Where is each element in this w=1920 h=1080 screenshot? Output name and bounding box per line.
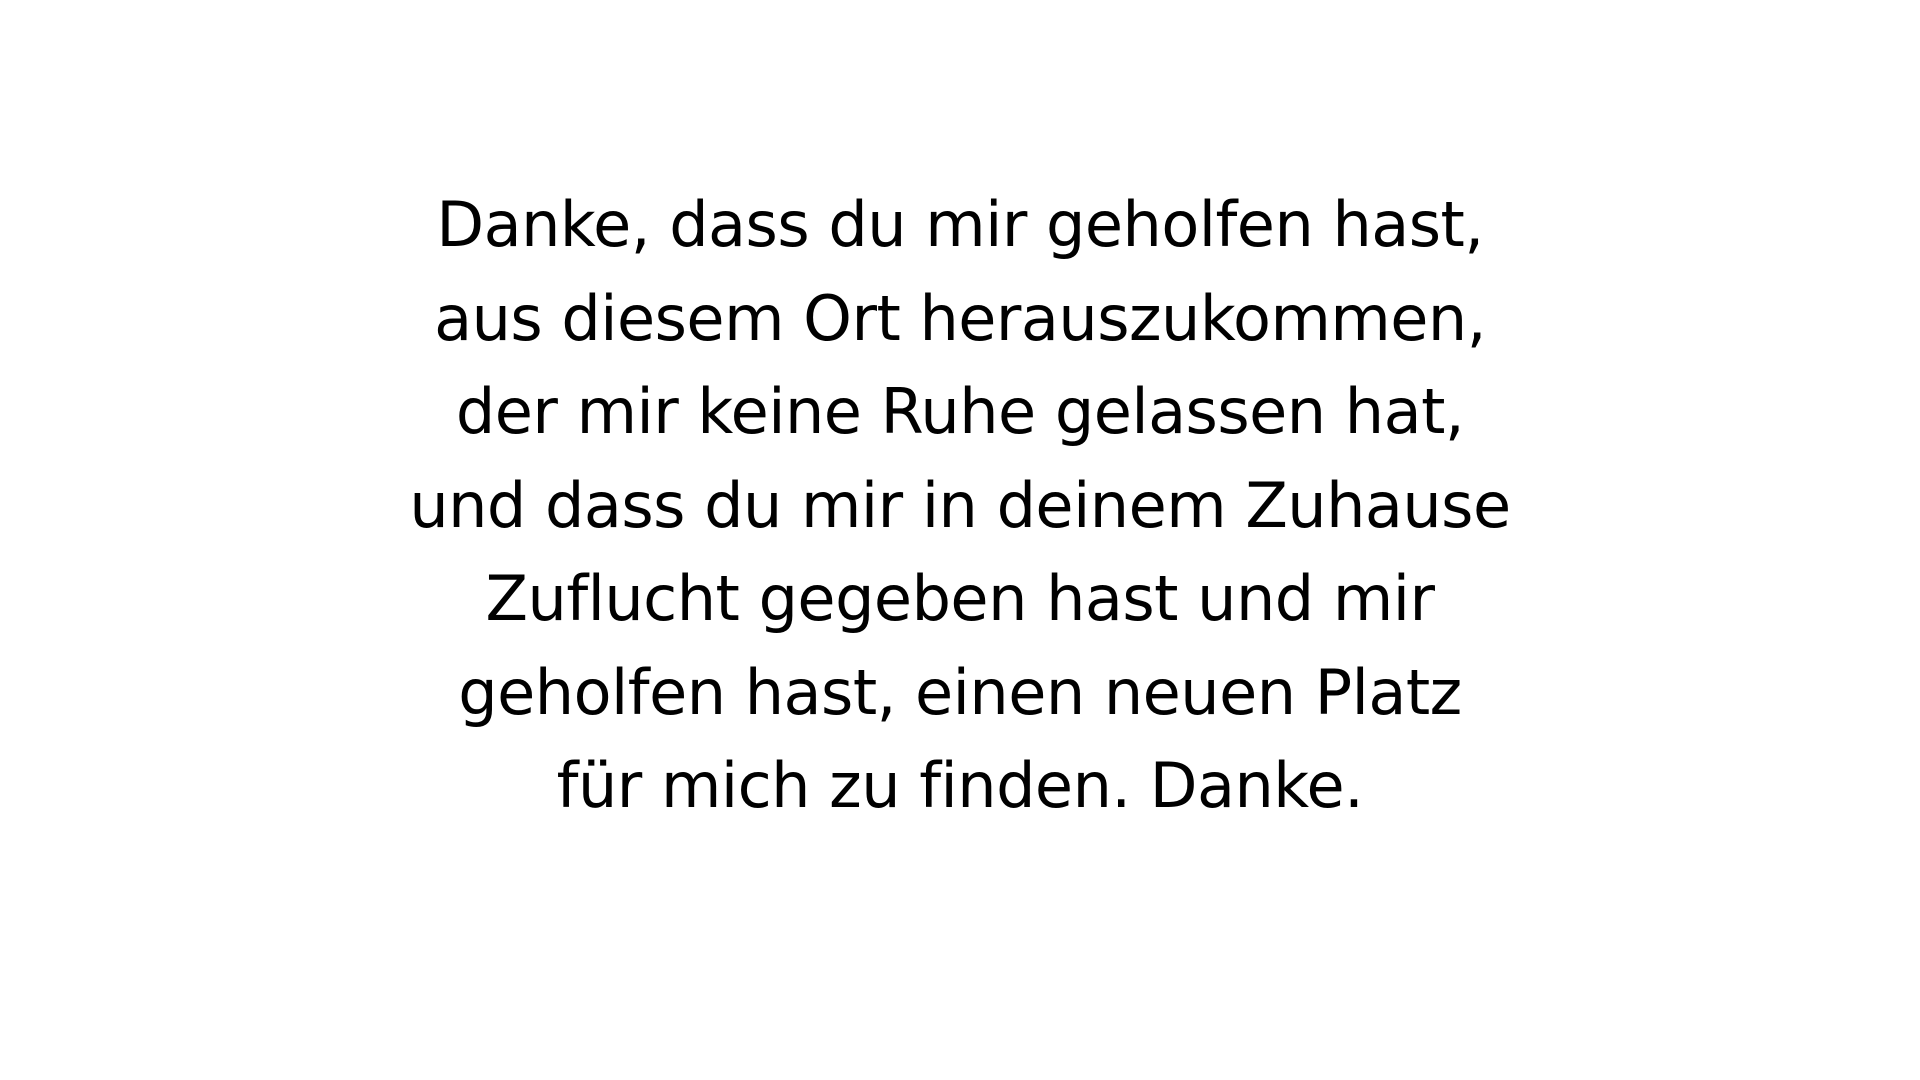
canvas: Danke, dass du mir geholfen hast, aus di… [0, 0, 1920, 1080]
message-line-6: geholfen hast, einen neuen Platz [458, 655, 1462, 729]
message-text: Danke, dass du mir geholfen hast, aus di… [0, 178, 1920, 833]
message-line-4: und dass du mir in deinem Zuhause [409, 468, 1511, 542]
message-line-7: für mich zu finden. Danke. [556, 749, 1364, 822]
message-line-3: der mir keine Ruhe gelassen hat, [455, 375, 1465, 448]
message-line-2: aus diesem Ort herauszukommen, [434, 281, 1486, 355]
message-line-1: Danke, dass du mir geholfen hast, [436, 188, 1484, 261]
message-line-5: Zuflucht gegeben hast und mir [485, 562, 1435, 635]
